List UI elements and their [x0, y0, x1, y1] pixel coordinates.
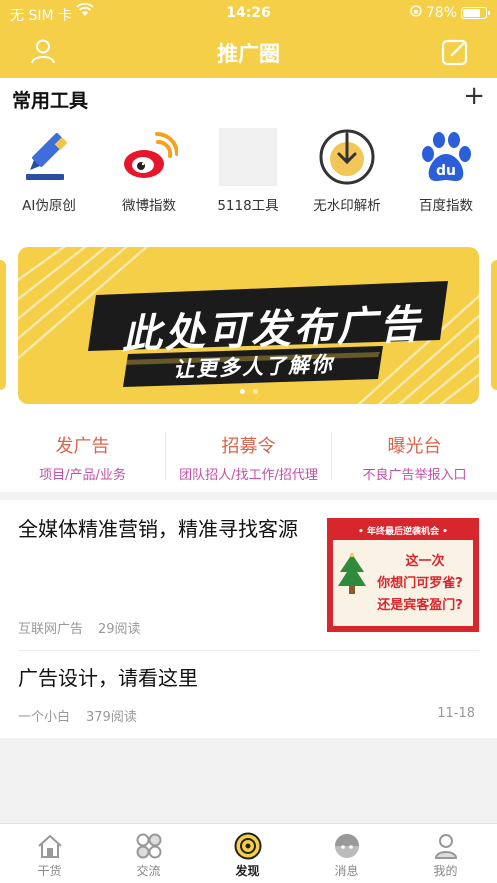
pagination-dot[interactable]: [252, 389, 258, 394]
pen-icon: [26, 133, 68, 180]
tool-label: AI伪原创: [22, 198, 76, 214]
exposure-button[interactable]: 曝光台 不良广告举报入口: [332, 432, 497, 483]
pagination-dot[interactable]: [239, 389, 245, 394]
svg-text:du: du: [436, 163, 456, 179]
action-subtitle: 项目/产品/业务: [39, 468, 126, 483]
action-title: 发广告: [55, 436, 110, 457]
feed-item-author: 一个小白: [18, 710, 71, 725]
tool-weibo-index[interactable]: 微博指数: [104, 128, 194, 214]
tab-label: 干货: [37, 864, 62, 878]
action-title: 曝光台: [387, 436, 442, 457]
ad-banner[interactable]: 此处可发布广告 让更多人了解你: [18, 247, 479, 404]
recruit-button[interactable]: 招募令 团队招人/找工作/招代理: [166, 432, 331, 483]
thumbnail-line-3: 还是宾客盈门?: [377, 598, 463, 613]
thumbnail-top-text: • 年终最后逆袭机会 •: [358, 527, 448, 537]
feed-item-title: 全媒体精准营销，精准寻找客源: [18, 517, 298, 541]
battery-percent: 78%: [425, 5, 457, 21]
tab-discover[interactable]: 发现: [198, 832, 297, 879]
tool-ai-rewrite[interactable]: AI伪原创: [4, 128, 94, 214]
banner-next-peek: [491, 260, 497, 390]
action-subtitle: 不良广告举报入口: [362, 468, 467, 483]
feed-item-thumbnail: • 年终最后逆袭机会 • 这一次 你想门可罗雀? 还是宾客盈门?: [327, 518, 479, 632]
tool-label: 无水印解析: [313, 198, 381, 214]
tab-label: 消息: [334, 864, 359, 878]
compass-icon: [234, 832, 261, 860]
add-tool-button[interactable]: +: [463, 82, 485, 110]
profile-icon: [434, 834, 457, 859]
status-bar: 无 SIM 卡 14:26 78%: [0, 0, 497, 26]
tools-title: 常用工具: [12, 90, 89, 112]
thumbnail-line-2: 你想门可罗雀?: [377, 576, 463, 591]
bottom-tab-bar: 干货 交流 发现 消息 我的: [0, 823, 497, 883]
banner-prev-peek: [0, 260, 6, 390]
edit-icon[interactable]: [441, 38, 469, 70]
battery-icon: [461, 7, 490, 19]
tool-label: 微博指数: [122, 198, 176, 214]
tool-baidu-index[interactable]: du 百度指数: [401, 128, 491, 214]
message-icon: [334, 834, 359, 858]
banner-pagination: [18, 389, 479, 394]
feed-item-reads: 29阅读: [98, 622, 141, 637]
action-title: 招募令: [221, 436, 276, 457]
banner-section: 此处可发布广告 让更多人了解你: [0, 230, 497, 420]
placeholder-icon: [219, 128, 277, 186]
tool-label: 百度指数: [419, 198, 473, 214]
tool-label: 5118工具: [217, 198, 279, 214]
house-icon: [37, 834, 62, 858]
tab-messages[interactable]: 消息: [297, 832, 396, 879]
action-shortcuts: 发广告 项目/产品/业务 招募令 团队招人/找工作/招代理 曝光台 不良广告举报…: [0, 420, 497, 492]
tools-section: 常用工具 + AI伪原创 微博指数 5118工具 无水印解析 du 百度指数: [0, 78, 497, 230]
tab-dry-goods[interactable]: 干货: [0, 832, 99, 879]
tool-5118[interactable]: 5118工具: [203, 128, 293, 214]
tab-label: 我的: [433, 864, 458, 878]
battery-level-fill: [463, 9, 481, 17]
feed-item-title: 广告设计，请看这里: [18, 666, 198, 690]
feed-list: 全媒体精准营销，精准寻找客源 互联网广告 29阅读 • 年终最后逆袭机会 • 这…: [0, 500, 497, 738]
post-ad-button[interactable]: 发广告 项目/产品/业务: [0, 432, 165, 483]
header: 无 SIM 卡 14:26 78% 推广圈: [0, 0, 497, 78]
download-circle-icon: [319, 129, 375, 185]
tab-exchange[interactable]: 交流: [99, 832, 198, 879]
weibo-icon: [124, 132, 178, 178]
grid-icon: [136, 833, 161, 859]
rotation-lock-icon: [410, 5, 422, 21]
feed-item[interactable]: 广告设计，请看这里 一个小白 379阅读 11-18: [0, 651, 497, 738]
tab-label: 发现: [235, 864, 260, 878]
feed-item-reads: 379阅读: [86, 710, 137, 725]
feed-item-author: 互联网广告: [18, 622, 84, 637]
baidu-paw-icon: du: [422, 132, 471, 181]
tab-label: 交流: [136, 864, 161, 878]
tool-watermark-free[interactable]: 无水印解析: [302, 128, 392, 214]
page-title: 推广圈: [217, 42, 280, 66]
action-subtitle: 团队招人/找工作/招代理: [179, 468, 318, 483]
feed-item-date: 11-18: [437, 706, 475, 721]
thumbnail-line-1: 这一次: [405, 554, 445, 569]
feed-item[interactable]: 全媒体精准营销，精准寻找客源 互联网广告 29阅读 • 年终最后逆袭机会 • 这…: [0, 500, 497, 650]
tab-mine[interactable]: 我的: [396, 832, 495, 879]
